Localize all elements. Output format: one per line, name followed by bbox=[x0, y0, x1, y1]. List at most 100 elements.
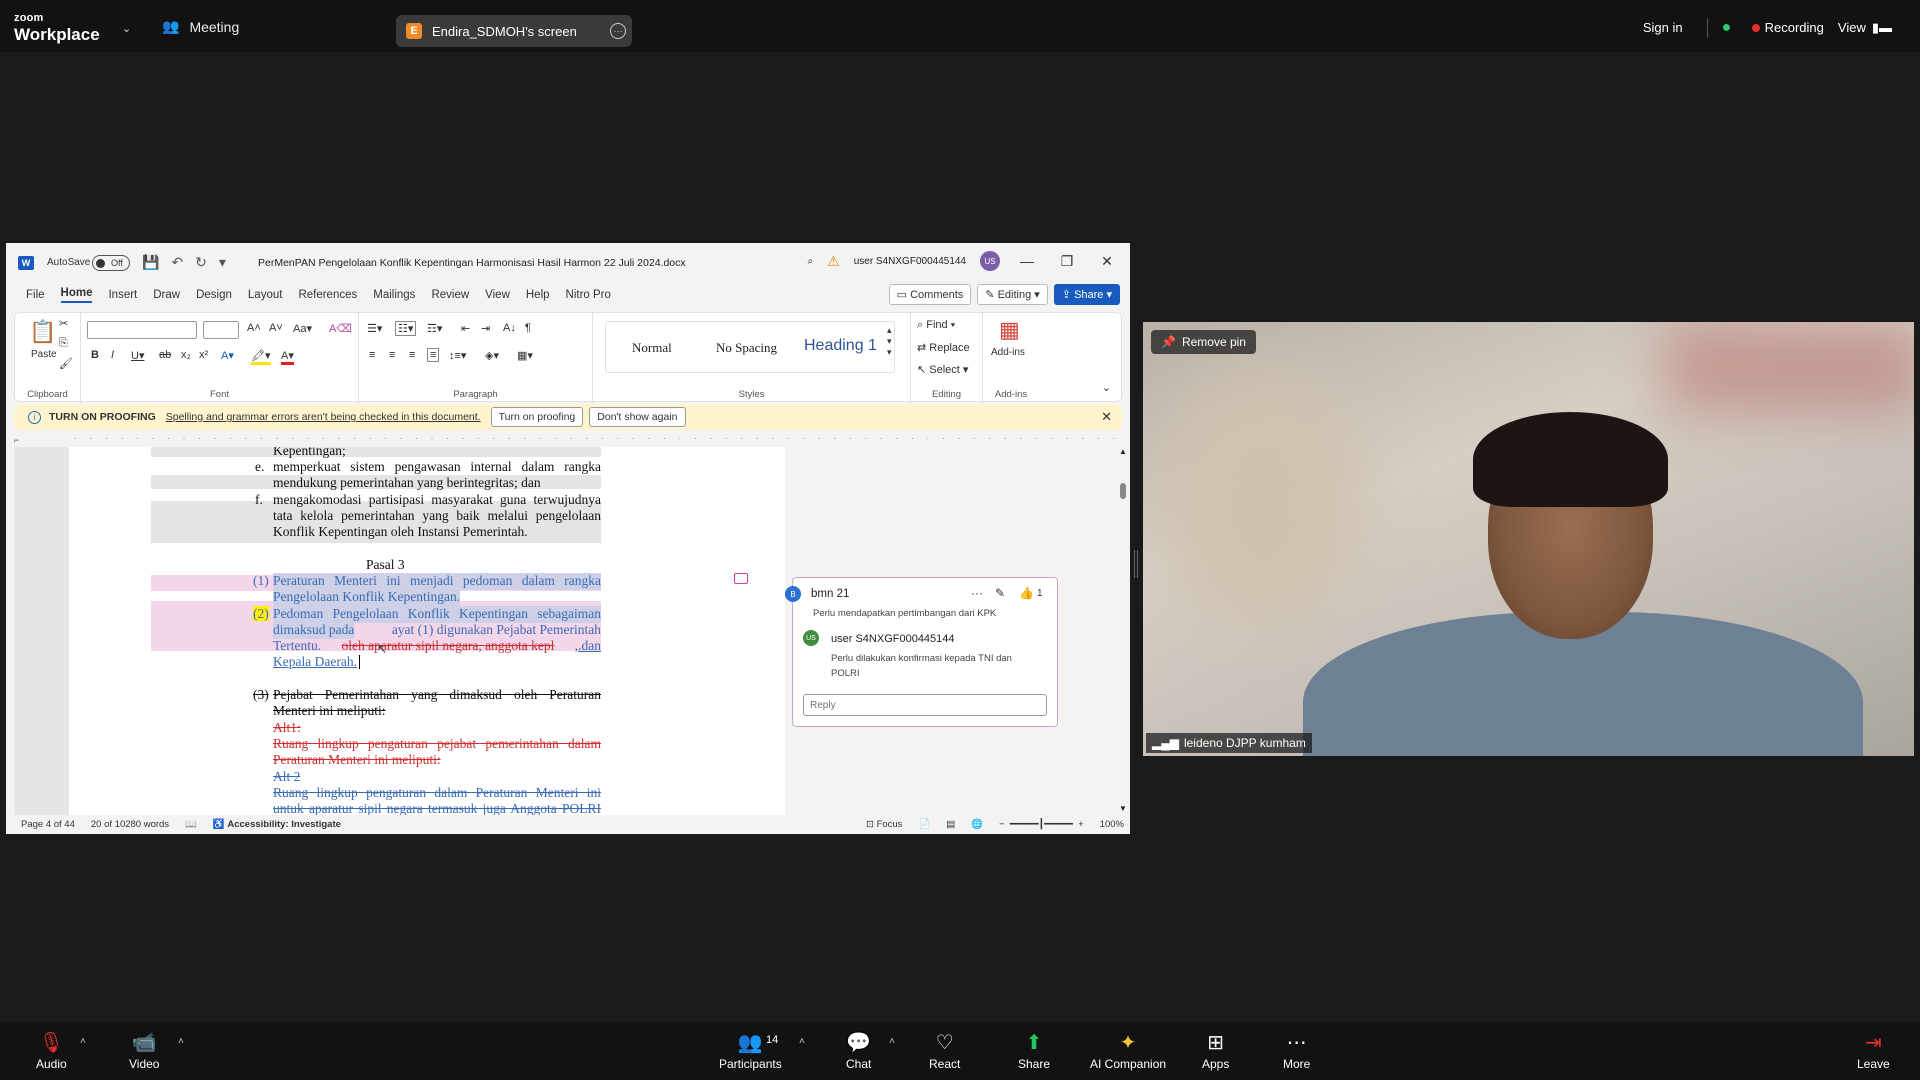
addins-icon[interactable]: ▦ bbox=[999, 317, 1020, 343]
tab-draw[interactable]: Draw bbox=[153, 289, 180, 301]
highlight-icon[interactable]: 🖍▾ bbox=[251, 349, 271, 365]
comment-more-icon[interactable]: ··· bbox=[971, 586, 983, 600]
tab-selector-icon[interactable]: ⌐ bbox=[14, 435, 19, 445]
underline-icon[interactable]: U▾ bbox=[131, 349, 144, 362]
audio-options-caret-icon[interactable]: ˄ bbox=[80, 1036, 86, 1047]
chevron-down-icon[interactable]: ⌄ bbox=[122, 22, 132, 35]
proofing-message[interactable]: Spelling and grammar errors aren't being… bbox=[166, 411, 481, 423]
italic-icon[interactable]: I bbox=[111, 349, 114, 361]
cut-icon[interactable]: ✂ bbox=[59, 317, 68, 330]
grow-font-icon[interactable]: A˄ bbox=[247, 322, 261, 334]
comment-marker-icon[interactable] bbox=[734, 573, 748, 584]
sort-icon[interactable]: A↓ bbox=[503, 322, 516, 334]
change-case-icon[interactable]: Aa▾ bbox=[293, 322, 312, 335]
ai-companion-button[interactable]: ✦ AI Companion bbox=[1090, 1030, 1166, 1072]
panel-resize-handle[interactable] bbox=[1134, 550, 1138, 578]
document-page[interactable]: Kepentingan; e. memperkuat sistem pengaw… bbox=[69, 447, 785, 815]
video-button[interactable]: 📹 Video bbox=[129, 1030, 159, 1072]
borders-icon[interactable]: ▦▾ bbox=[517, 349, 533, 362]
chat-button[interactable]: 💬 Chat bbox=[846, 1030, 871, 1072]
font-size-combo[interactable] bbox=[203, 321, 239, 339]
align-center-icon[interactable]: ≡ bbox=[389, 349, 395, 361]
editing-mode-button[interactable]: ✎ Editing ▾ bbox=[977, 284, 1048, 305]
document-canvas[interactable]: Kepentingan; e. memperkuat sistem pengaw… bbox=[14, 447, 1114, 815]
share-screen-button[interactable]: ⬆ Share bbox=[1018, 1030, 1050, 1072]
more-button[interactable]: ⋯ More bbox=[1283, 1030, 1310, 1072]
focus-button[interactable]: ⊡ Focus bbox=[866, 819, 902, 830]
strikethrough-icon[interactable]: ab bbox=[159, 349, 171, 361]
subscript-icon[interactable]: x₂ bbox=[181, 349, 191, 361]
zoom-level[interactable]: 100% bbox=[1100, 819, 1124, 830]
replace-button[interactable]: ⇄ Replace bbox=[917, 341, 970, 354]
customize-qat-icon[interactable]: ▾ bbox=[219, 254, 226, 271]
tab-view[interactable]: View bbox=[485, 289, 510, 301]
bullets-icon[interactable]: ☰▾ bbox=[367, 322, 382, 335]
tab-insert[interactable]: Insert bbox=[108, 289, 137, 301]
like-icon[interactable]: 👍 bbox=[1019, 586, 1034, 600]
bold-icon[interactable]: B bbox=[91, 349, 99, 361]
shrink-font-icon[interactable]: A˅ bbox=[269, 322, 283, 334]
addins-button[interactable]: Add-ins bbox=[991, 347, 1025, 358]
warning-icon[interactable]: ⚠ bbox=[827, 253, 840, 270]
screen-share-pill[interactable]: E Endira_SDMOH's screen ··· bbox=[396, 15, 632, 47]
scroll-up-icon[interactable]: ▲ bbox=[1119, 447, 1127, 456]
font-name-combo[interactable] bbox=[87, 321, 197, 339]
leave-button[interactable]: ⇥ Leave bbox=[1857, 1030, 1890, 1072]
minimize-icon[interactable]: — bbox=[1014, 253, 1040, 269]
recording-indicator[interactable]: Recording bbox=[1751, 20, 1824, 35]
dont-show-again-button[interactable]: Don't show again bbox=[589, 407, 686, 427]
account-avatar[interactable]: US bbox=[980, 251, 1000, 271]
proofing-icon[interactable]: 📖 bbox=[185, 819, 197, 830]
tab-review[interactable]: Review bbox=[431, 289, 469, 301]
print-layout-icon[interactable]: ▤ bbox=[946, 819, 955, 830]
view-button[interactable]: View ▮▬ bbox=[1838, 20, 1892, 36]
align-left-icon[interactable]: ≡ bbox=[369, 349, 375, 361]
style-heading-1[interactable]: Heading 1 bbox=[804, 337, 877, 355]
font-color-icon[interactable]: A▾ bbox=[281, 349, 294, 365]
text-effects-icon[interactable]: A▾ bbox=[221, 349, 234, 362]
format-painter-icon[interactable]: 🖌 bbox=[59, 357, 73, 370]
shield-check-icon[interactable]: ● bbox=[1722, 19, 1738, 37]
clear-formatting-icon[interactable]: A⌫ bbox=[329, 322, 352, 335]
accessibility-button[interactable]: ♿ Accessibility: Investigate bbox=[213, 819, 341, 830]
apps-button[interactable]: ⊞ Apps bbox=[1202, 1030, 1229, 1072]
copy-icon[interactable]: ⎘ bbox=[59, 337, 68, 350]
search-icon[interactable]: ⌕ bbox=[808, 256, 814, 267]
redo-icon[interactable]: ↻ bbox=[195, 254, 207, 271]
decrease-indent-icon[interactable]: ⇤ bbox=[461, 322, 470, 335]
close-icon[interactable]: ✕ bbox=[1094, 253, 1120, 270]
vertical-scrollbar[interactable]: ▲ ▼ bbox=[1116, 447, 1130, 815]
restore-icon[interactable]: ❐ bbox=[1054, 253, 1080, 270]
justify-icon[interactable]: ≡ bbox=[427, 348, 440, 362]
find-button[interactable]: ⌕ Find ▾ bbox=[917, 319, 955, 332]
word-count[interactable]: 20 of 10280 words bbox=[91, 819, 169, 830]
meeting-menu[interactable]: 👥 Meeting bbox=[162, 18, 239, 35]
align-right-icon[interactable]: ≡ bbox=[409, 349, 415, 361]
more-options-icon[interactable]: ··· bbox=[610, 23, 626, 39]
video-options-caret-icon[interactable]: ˄ bbox=[178, 1036, 184, 1047]
zoom-slider[interactable]: − ━━━━━┃━━━━━ + bbox=[999, 819, 1084, 830]
comments-button[interactable]: ▭ Comments bbox=[888, 284, 972, 305]
select-button[interactable]: ↖ Select ▾ bbox=[917, 363, 968, 376]
increase-indent-icon[interactable]: ⇥ bbox=[481, 322, 490, 335]
horizontal-ruler[interactable]: ⌐ · · · · · · · · · · · · · · · · · · · … bbox=[14, 433, 1122, 453]
tab-layout[interactable]: Layout bbox=[248, 289, 283, 301]
comment-card[interactable]: B bmn 21 ··· ✎ 👍 1 Perlu mendapatkan per… bbox=[785, 577, 1058, 727]
multilevel-list-icon[interactable]: ☶▾ bbox=[427, 322, 442, 335]
turn-on-proofing-button[interactable]: Turn on proofing bbox=[490, 407, 584, 427]
chat-options-caret-icon[interactable]: ˄ bbox=[889, 1036, 895, 1047]
tab-mailings[interactable]: Mailings bbox=[373, 289, 415, 301]
undo-icon[interactable]: ↶ bbox=[171, 254, 183, 271]
save-icon[interactable]: 💾 bbox=[142, 254, 159, 271]
page-indicator[interactable]: Page 4 of 44 bbox=[21, 819, 75, 830]
tab-nitro-pro[interactable]: Nitro Pro bbox=[566, 289, 611, 301]
numbering-icon[interactable]: ☷▾ bbox=[395, 321, 417, 336]
autosave-toggle[interactable]: Off bbox=[92, 255, 130, 271]
remove-pin-button[interactable]: 📌 Remove pin bbox=[1151, 330, 1256, 354]
account-name[interactable]: user S4NXGF000445144 bbox=[854, 256, 966, 267]
show-marks-icon[interactable]: ¶ bbox=[525, 322, 531, 334]
web-layout-icon[interactable]: 🌐 bbox=[971, 819, 983, 830]
scroll-down-icon[interactable]: ▼ bbox=[1119, 804, 1127, 813]
tab-help[interactable]: Help bbox=[526, 289, 550, 301]
paste-icon[interactable]: 📋 bbox=[29, 319, 56, 345]
